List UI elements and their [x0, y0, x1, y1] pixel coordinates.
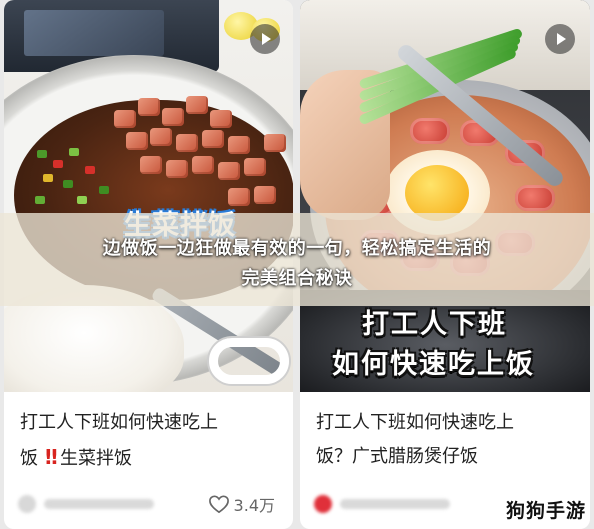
thumbnail-caption-line1: 打工人下班 — [362, 309, 507, 340]
heart-icon — [208, 495, 229, 514]
author-name — [44, 499, 154, 509]
headline-line1: 边做饭一边狂做最有效的一句，轻松搞定生活的 — [102, 238, 492, 259]
like-count: 3.4万 — [233, 496, 275, 515]
post-thumbnail[interactable]: 生菜拌饭 — [4, 0, 293, 392]
avatar[interactable] — [314, 495, 332, 513]
post-title[interactable]: 打工人下班如何快速吃上 饭？广式腊肠煲仔饭 — [316, 406, 578, 474]
play-icon[interactable] — [545, 24, 575, 54]
thumbnail-caption-line2: 如何快速吃上饭 — [332, 349, 535, 380]
author-info[interactable] — [314, 494, 464, 514]
post-title[interactable]: 打工人下班如何快速吃上 饭 !! 生菜拌饭 — [20, 406, 282, 476]
headline-line2: 完美组合秘诀 — [241, 268, 353, 289]
avatar[interactable] — [18, 495, 36, 513]
post-thumbnail[interactable]: 打工人下班 如何快速吃上饭 — [300, 0, 590, 392]
exclamation-icon: !! — [43, 445, 59, 469]
site-watermark: 狗狗手游 — [505, 500, 586, 522]
play-icon[interactable] — [250, 24, 280, 54]
feed-page: 生菜拌饭 打工人下班如何快速吃上 饭 !!生菜拌饭 3.4万 — [0, 0, 594, 529]
author-name — [340, 499, 450, 509]
author-info[interactable] — [18, 494, 168, 514]
like-button[interactable]: 3.4万 — [208, 492, 275, 516]
